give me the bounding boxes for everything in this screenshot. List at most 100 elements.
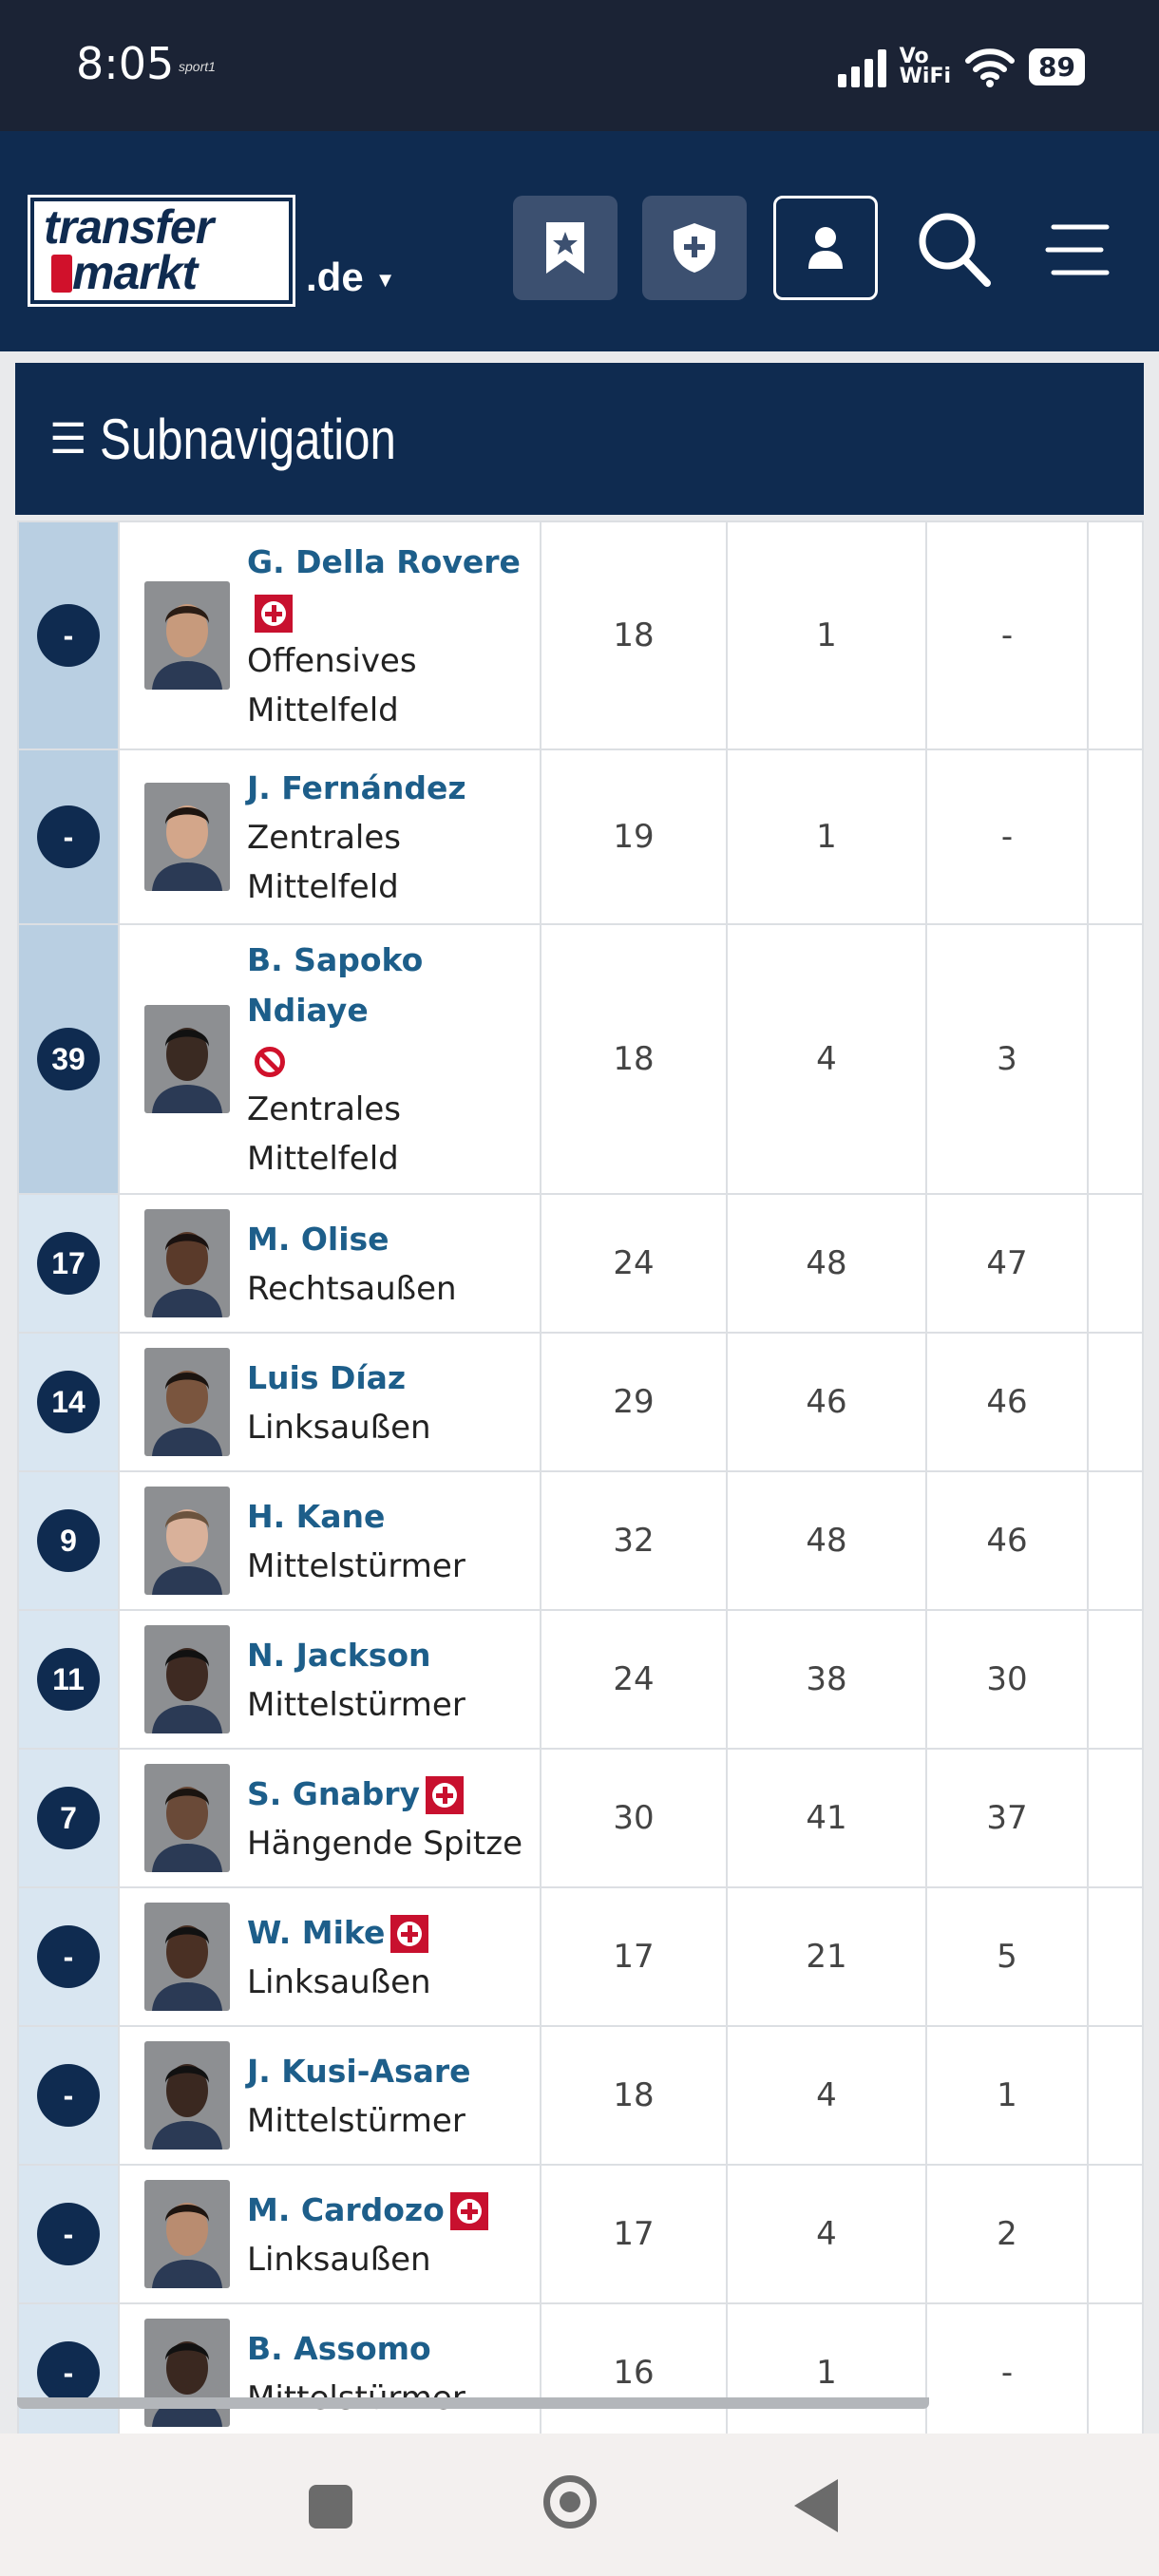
suspension-icon[interactable]	[255, 1047, 285, 1078]
player-photo[interactable]	[144, 1209, 230, 1317]
table-row[interactable]: - J. Fernández Zentrales Mittelfeld 19 1-	[17, 748, 1144, 925]
stat-cell-a: 21	[726, 1886, 927, 2027]
player-position: Linksaußen	[247, 1962, 431, 2001]
player-photo[interactable]	[144, 1005, 230, 1113]
recent-apps-icon[interactable]	[309, 2485, 352, 2529]
stat-cell-b: -	[925, 2302, 1089, 2434]
club-shield-button[interactable]	[642, 196, 747, 300]
player-photo[interactable]	[144, 1764, 230, 1872]
page-content: ☰ Subnavigation - G. Della Rovere Offensiv…	[0, 351, 1159, 2434]
stat-cell-a: 1	[726, 521, 927, 750]
stat-cell-a: 48	[726, 1193, 927, 1334]
age-cell: 29	[540, 1332, 728, 1472]
player-photo[interactable]	[144, 2041, 230, 2150]
player-name-link[interactable]: Luis Díaz	[247, 1359, 406, 1396]
injury-icon[interactable]	[390, 1914, 429, 1953]
injury-icon[interactable]	[449, 2191, 488, 2230]
player-name-link[interactable]: G. Della Rovere	[247, 543, 521, 580]
stat-cell-b: 46	[925, 1470, 1089, 1611]
injury-icon[interactable]	[255, 594, 293, 633]
player-photo[interactable]	[144, 1348, 230, 1456]
player-name-link[interactable]: J. Kusi-Asare	[247, 2053, 471, 2090]
search-button[interactable]	[912, 207, 998, 293]
player-position: Hängende Spitze	[247, 1824, 523, 1863]
table-row[interactable]: - W. Mike Linksaußen 17 21 5	[17, 1886, 1144, 2027]
player-photo[interactable]	[144, 2319, 230, 2427]
player-photo[interactable]	[144, 581, 230, 690]
status-bar: 8:05 sport1 Vo WiFi 89	[0, 0, 1159, 131]
player-photo[interactable]	[144, 1487, 230, 1595]
player-name-link[interactable]: W. Mike	[247, 1914, 385, 1951]
shirt-number-cell: 9	[17, 1470, 120, 1611]
account-button[interactable]	[773, 196, 878, 300]
injury-icon[interactable]	[426, 1775, 465, 1814]
transfermarkt-logo[interactable]: transfer markt	[28, 195, 295, 307]
table-row[interactable]: -B. AssomoMittelstürmer161-	[17, 2302, 1144, 2434]
age-cell: 32	[540, 1470, 728, 1611]
watchlist-button[interactable]	[513, 196, 618, 300]
shirt-number-cell: 39	[17, 923, 120, 1195]
home-icon[interactable]	[543, 2475, 597, 2529]
shirt-number-cell: -	[17, 2025, 120, 2166]
squad-table: - G. Della Rovere Offensives Mittelfeld 18 1-…	[17, 521, 1144, 2434]
horizontal-scrollbar[interactable]	[17, 2397, 929, 2409]
clock: 8:05	[76, 38, 175, 89]
stat-cell-b: 1	[925, 2025, 1089, 2166]
bookmark-star-icon	[546, 222, 584, 274]
shirt-number-cell: -	[17, 1886, 120, 2027]
player-position-line2: Mittelfeld	[247, 691, 399, 729]
table-row[interactable]: 39 B. Sapoko Ndiaye Zentrales Mittelfeld 18 4…	[17, 923, 1144, 1195]
table-row[interactable]: 7 S. Gnabry Hängende Spitze 30 41 37	[17, 1748, 1144, 1888]
list-menu-icon: ☰	[49, 415, 87, 463]
player-cell: J. Fernández Zentrales Mittelfeld	[118, 748, 542, 925]
shirt-number: -	[37, 2203, 100, 2265]
stat-cell-a: 41	[726, 1748, 927, 1888]
player-name-link[interactable]: M. Olise	[247, 1221, 390, 1258]
table-row[interactable]: 17 M. Olise Rechtsaußen 24 48 47	[17, 1193, 1144, 1334]
player-name-link[interactable]: B. Sapoko Ndiaye	[247, 941, 423, 1029]
player-name-link[interactable]: H. Kane	[247, 1498, 385, 1535]
age-cell: 18	[540, 521, 728, 750]
stat-cell-a: 1	[726, 748, 927, 925]
table-row[interactable]: - J. Kusi-Asare Mittelstürmer 18 4 1	[17, 2025, 1144, 2166]
table-row[interactable]: 9 H. Kane Mittelstürmer 32 48 46	[17, 1470, 1144, 1611]
shirt-number: 17	[37, 1232, 100, 1295]
vowifi-label: Vo WiFi	[899, 45, 952, 88]
player-photo[interactable]	[144, 2180, 230, 2288]
subnavigation-label: Subnavigation	[100, 407, 397, 471]
stat-cell-a: 46	[726, 1332, 927, 1472]
player-photo[interactable]	[144, 1903, 230, 2011]
player-photo[interactable]	[144, 1625, 230, 1733]
status-icons: Vo WiFi 89	[837, 38, 1085, 95]
player-position: Offensives	[247, 641, 417, 680]
player-name-link[interactable]: J. Fernández	[247, 769, 466, 806]
age-cell: 17	[540, 2164, 728, 2304]
player-name-link[interactable]: B. Assomo	[247, 2330, 431, 2367]
table-row[interactable]: 14 Luis Díaz Linksaußen 29 46 46	[17, 1332, 1144, 1472]
player-cell: M. Cardozo Linksaußen	[118, 2164, 542, 2304]
table-row[interactable]: 11 N. Jackson Mittelstürmer 24 38 30	[17, 1609, 1144, 1750]
shirt-number: 39	[37, 1028, 100, 1090]
player-name-link[interactable]: M. Cardozo	[247, 2191, 445, 2228]
overflow-cell	[1087, 1470, 1144, 1611]
shirt-number-cell: 11	[17, 1609, 120, 1750]
shirt-number: -	[37, 1925, 100, 1988]
stat-cell-b: 30	[925, 1609, 1089, 1750]
player-photo[interactable]	[144, 783, 230, 891]
country-tld: .de	[306, 255, 364, 299]
chevron-down-icon: ▼	[374, 267, 396, 292]
back-icon[interactable]	[794, 2479, 838, 2532]
stat-cell-b: 37	[925, 1748, 1089, 1888]
shirt-number: -	[37, 604, 100, 667]
table-row[interactable]: - G. Della Rovere Offensives Mittelfeld 18 1-	[17, 521, 1144, 750]
menu-button[interactable]	[1034, 207, 1119, 293]
player-name-link[interactable]: N. Jackson	[247, 1637, 431, 1674]
subnavigation-bar[interactable]: ☰ Subnavigation	[15, 363, 1144, 515]
player-name-link[interactable]: S. Gnabry	[247, 1775, 420, 1812]
age-cell: 19	[540, 748, 728, 925]
player-cell: S. Gnabry Hängende Spitze	[118, 1748, 542, 1888]
table-row[interactable]: - M. Cardozo Linksaußen 17 4 2	[17, 2164, 1144, 2304]
country-selector[interactable]: .de ▼	[306, 255, 395, 300]
signal-icon	[837, 46, 886, 87]
stat-cell-b: 2	[925, 2164, 1089, 2304]
